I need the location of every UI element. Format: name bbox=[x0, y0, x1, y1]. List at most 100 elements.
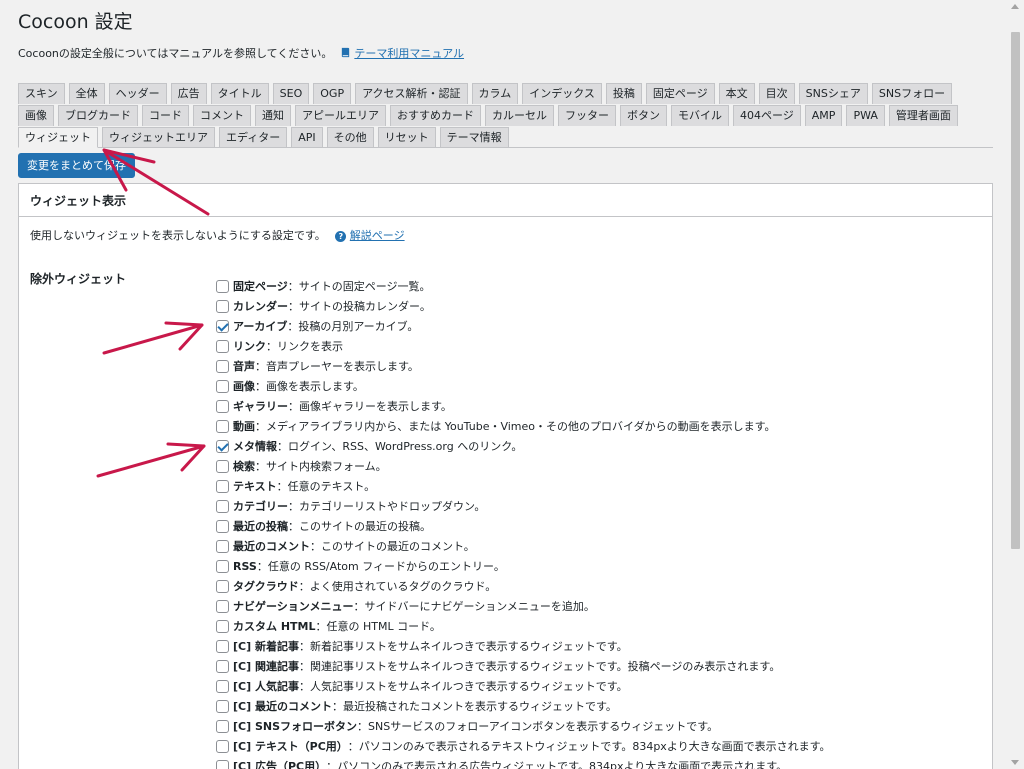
tab-row2-13[interactable]: PWA bbox=[846, 105, 885, 126]
tab-row1-2[interactable]: ヘッダー bbox=[108, 83, 167, 104]
tab-row1-14[interactable]: SNSシェア bbox=[798, 83, 868, 104]
widget-checkbox[interactable] bbox=[216, 339, 229, 353]
widget-name: [C] 広告（PC用） bbox=[233, 760, 327, 769]
scrollbar-thumb[interactable] bbox=[1011, 32, 1020, 549]
widget-name: [C] 関連記事 bbox=[233, 660, 299, 673]
widget-description: ：人気記事リストをサムネイルつきで表示するウィジェットです。 bbox=[298, 680, 628, 693]
widget-checkbox[interactable] bbox=[216, 479, 229, 493]
widget-option: メタ情報 ：ログイン、RSS、WordPress.org へのリンク。 bbox=[216, 436, 831, 456]
widget-option: [C] テキスト（PC用） ：パソコンのみで表示されるテキストウィジェットです。8… bbox=[216, 736, 831, 756]
tab-row: スキン 全体 ヘッダー 広告 タイトル SEO OGP アクセス解析・認証 カラム インデックス投… bbox=[18, 83, 993, 104]
tab-row3-1[interactable]: ウィジェットエリア bbox=[102, 127, 215, 148]
widget-checkbox[interactable] bbox=[216, 559, 229, 573]
widget-description: ：パソコンのみで表示される広告ウィジェットです。834pxより大きな画面で表示さ… bbox=[326, 760, 788, 769]
tab-row2-8[interactable]: フッター bbox=[558, 105, 616, 126]
widget-description: ：サイト内検索フォーム。 bbox=[255, 460, 387, 473]
widget-checkbox[interactable] bbox=[216, 419, 229, 433]
widget-checkbox[interactable] bbox=[216, 679, 229, 693]
tab-row1-8[interactable]: カラム bbox=[471, 83, 519, 104]
widget-checkbox[interactable] bbox=[216, 539, 229, 553]
widget-checkbox[interactable] bbox=[216, 719, 229, 733]
tab-row2-11[interactable]: 404ページ bbox=[733, 105, 801, 126]
tab-row2-14[interactable]: 管理者画面 bbox=[888, 105, 958, 126]
section-heading: ウィジェット表示 bbox=[30, 194, 127, 208]
widget-checkbox[interactable] bbox=[216, 439, 229, 453]
widget-checkbox[interactable] bbox=[216, 399, 229, 413]
tab-row1-4[interactable]: タイトル bbox=[210, 83, 269, 104]
tab-row3-4[interactable]: その他 bbox=[326, 127, 374, 148]
widget-checkbox[interactable] bbox=[216, 279, 229, 293]
tab-row1-5[interactable]: SEO bbox=[272, 83, 310, 104]
widget-name: リンク bbox=[233, 340, 266, 353]
widget-checkbox[interactable] bbox=[216, 659, 229, 673]
widget-name: 画像 bbox=[233, 380, 255, 393]
widget-checkbox[interactable] bbox=[216, 519, 229, 533]
settings-panel: ウィジェット表示 使用しないウィジェットを表示しないようにする設定です。 ? 解… bbox=[18, 183, 993, 769]
tab-row: 画像 ブログカード コード コメント 通知 アピールエリア おすすめカード カルーセル フッター… bbox=[18, 105, 993, 126]
widget-checkbox[interactable] bbox=[216, 699, 229, 713]
widget-name: タグクラウド bbox=[233, 580, 299, 593]
widget-option: [C] 関連記事 ：関連記事リストをサムネイルつきで表示するウィジェットです。投稿… bbox=[216, 656, 831, 676]
tab-row1-7[interactable]: アクセス解析・認証 bbox=[355, 83, 468, 104]
book-icon bbox=[341, 47, 350, 58]
tab-row2-10[interactable]: モバイル bbox=[671, 105, 729, 126]
tab-row1-10[interactable]: 投稿 bbox=[605, 83, 642, 104]
tab-row3-2[interactable]: エディター bbox=[219, 127, 288, 148]
tab-row2-9[interactable]: ボタン bbox=[620, 105, 667, 126]
tab-row3-0[interactable]: ウィジェット bbox=[18, 127, 98, 148]
tab-row1-11[interactable]: 固定ページ bbox=[645, 83, 715, 104]
widget-checkbox[interactable] bbox=[216, 459, 229, 473]
widget-description: ：よく使用されているタグのクラウド。 bbox=[298, 580, 497, 593]
widget-name: 固定ページ bbox=[233, 280, 288, 293]
widget-checkbox[interactable] bbox=[216, 619, 229, 633]
widget-checkbox[interactable] bbox=[216, 639, 229, 653]
widget-checkbox[interactable] bbox=[216, 739, 229, 753]
tab-row2-12[interactable]: AMP bbox=[804, 105, 843, 126]
widget-checkbox[interactable] bbox=[216, 759, 229, 769]
widget-description: ：任意の HTML コード。 bbox=[315, 620, 441, 633]
tab-row2-0[interactable]: 画像 bbox=[18, 105, 54, 126]
tab-row1-15[interactable]: SNSフォロー bbox=[871, 83, 953, 104]
tab-row2-2[interactable]: コード bbox=[142, 105, 189, 126]
settings-tabs: スキン 全体 ヘッダー 広告 タイトル SEO OGP アクセス解析・認証 カラム インデックス投… bbox=[18, 83, 993, 149]
tab-row2-7[interactable]: カルーセル bbox=[485, 105, 554, 126]
widget-checkbox[interactable] bbox=[216, 359, 229, 373]
widget-checkbox[interactable] bbox=[216, 599, 229, 613]
widget-name: カレンダー bbox=[233, 300, 288, 313]
vertical-scrollbar[interactable] bbox=[1007, 0, 1024, 769]
scroll-up-icon[interactable] bbox=[1011, 4, 1019, 9]
widget-checkbox[interactable] bbox=[216, 319, 229, 333]
help-page-link[interactable]: 解説ページ bbox=[350, 229, 405, 242]
widget-checkbox[interactable] bbox=[216, 579, 229, 593]
widget-description: ：新着記事リストをサムネイルつきで表示するウィジェットです。 bbox=[298, 640, 628, 653]
tab-row2-1[interactable]: ブログカード bbox=[58, 105, 138, 126]
tab-row3-3[interactable]: API bbox=[291, 127, 323, 148]
widget-checkbox[interactable] bbox=[216, 299, 229, 313]
tab-row2-5[interactable]: アピールエリア bbox=[295, 105, 386, 126]
tab-row2-4[interactable]: 通知 bbox=[255, 105, 291, 126]
tab-row1-1[interactable]: 全体 bbox=[68, 83, 105, 104]
widget-description: ：サイドバーにナビゲーションメニューを追加。 bbox=[353, 600, 595, 613]
widget-name: ギャラリー bbox=[233, 400, 288, 413]
widget-option: アーカイブ ：投稿の月別アーカイブ。 bbox=[216, 316, 831, 336]
tab-row3-5[interactable]: リセット bbox=[377, 127, 436, 148]
widget-checkbox[interactable] bbox=[216, 379, 229, 393]
tab-row1-6[interactable]: OGP bbox=[313, 83, 352, 104]
tab-row3-6[interactable]: テーマ情報 bbox=[439, 127, 509, 148]
widget-name: [C] 新着記事 bbox=[233, 640, 299, 653]
tab-row1-9[interactable]: インデックス bbox=[522, 83, 602, 104]
widget-description: ：画像ギャラリーを表示します。 bbox=[288, 400, 452, 413]
help-icon: ? bbox=[335, 231, 347, 242]
tab-row2-6[interactable]: おすすめカード bbox=[390, 105, 481, 126]
widget-option: 動画 ：メディアライブラリ内から、または YouTube・Vimeo・その他のプロ… bbox=[216, 416, 831, 436]
tab-row1-12[interactable]: 本文 bbox=[718, 83, 755, 104]
scroll-down-icon[interactable] bbox=[1011, 760, 1019, 765]
tab-row1-13[interactable]: 目次 bbox=[758, 83, 795, 104]
manual-link[interactable]: テーマ利用マニュアル bbox=[354, 47, 464, 60]
save-all-button[interactable]: 変更をまとめて保存 bbox=[18, 153, 135, 178]
widget-checkbox[interactable] bbox=[216, 499, 229, 513]
widget-description: ：画像を表示します。 bbox=[255, 380, 364, 393]
tab-row1-3[interactable]: 広告 bbox=[170, 83, 207, 104]
tab-row1-0[interactable]: スキン bbox=[18, 83, 65, 104]
tab-row2-3[interactable]: コメント bbox=[193, 105, 251, 126]
